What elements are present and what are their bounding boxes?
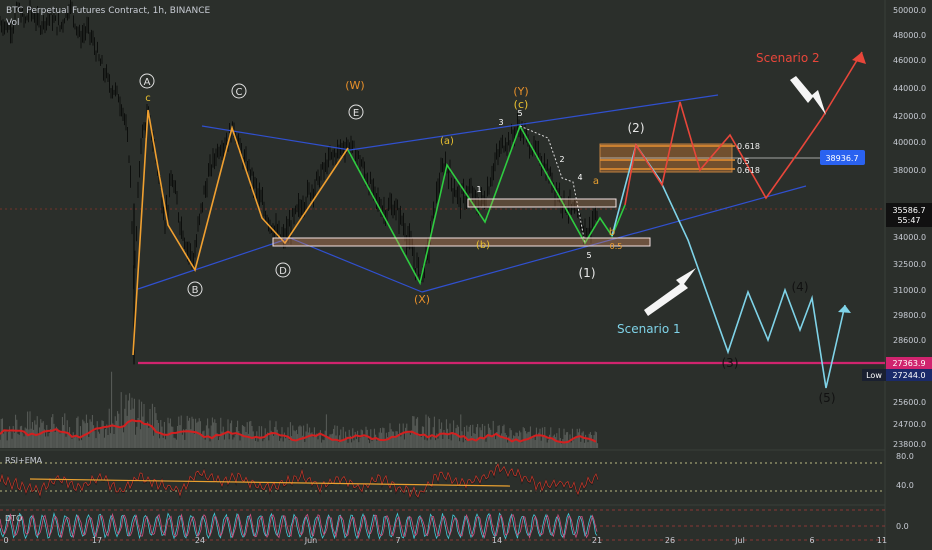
dto-label: DTO bbox=[5, 514, 22, 523]
current-price-value: 35586.7 bbox=[892, 206, 925, 215]
price-tick-label: 48000.0 bbox=[893, 31, 926, 40]
price-tick-label: 32500.0 bbox=[893, 260, 926, 269]
time-tick-label: 26 bbox=[665, 536, 675, 545]
wave-num-5: 5 bbox=[517, 109, 522, 118]
time-tick-label: 14 bbox=[492, 536, 502, 545]
fib-label-1: 0.5 bbox=[737, 157, 750, 166]
svg-text:D: D bbox=[279, 266, 287, 277]
chart-header: BTC Perpetual Futures Contract, 1h, BINA… bbox=[6, 5, 210, 29]
price-tick-label: 25600.0 bbox=[893, 398, 926, 407]
price-tick-label: 24700.0 bbox=[893, 420, 926, 429]
wave-num-2: 2 bbox=[559, 155, 564, 164]
price-tick-label: 28600.0 bbox=[893, 336, 926, 345]
price-tick-label: 44000.0 bbox=[893, 84, 926, 93]
wave-num-1: 1 bbox=[476, 185, 481, 194]
price-tick-label: 31000.0 bbox=[893, 286, 926, 295]
minor-label-a: a bbox=[593, 176, 599, 187]
price-tick-label: 46000.0 bbox=[893, 56, 926, 65]
low-tag-label: Low bbox=[866, 371, 882, 380]
scenario-2-label: Scenario 2 bbox=[756, 51, 820, 65]
wave-num-3: 3 bbox=[498, 118, 503, 127]
low-badge-value: 27244.0 bbox=[892, 371, 925, 380]
wave-label-b: (b) bbox=[476, 240, 490, 251]
time-tick-label: Jul bbox=[734, 536, 745, 545]
volume-label[interactable]: Vol bbox=[6, 17, 210, 29]
rsi-tick-40: 40.0 bbox=[896, 481, 914, 490]
price-marker-value: 38936.7 bbox=[825, 154, 858, 163]
price-tick-label: 40000.0 bbox=[893, 138, 926, 147]
proj-label-1: (1) bbox=[579, 266, 596, 280]
time-tick-label: 21 bbox=[592, 536, 602, 545]
fib-label-2: 0.618 bbox=[737, 166, 760, 175]
countdown-value: 55:47 bbox=[897, 216, 920, 225]
time-tick-label: 7 bbox=[395, 536, 400, 545]
time-tick-label: 24 bbox=[195, 536, 205, 545]
svg-text:B: B bbox=[192, 285, 199, 296]
price-tick-label: 23800.0 bbox=[893, 440, 926, 449]
minor-label-05: 0.5 bbox=[610, 242, 623, 251]
level-badge-value: 27363.9 bbox=[892, 359, 925, 368]
svg-text:C: C bbox=[236, 87, 243, 98]
price-tick-label: 29800.0 bbox=[893, 311, 926, 320]
wave-label-Y: (Y) bbox=[513, 85, 528, 98]
proj-label-3: (3) bbox=[722, 356, 739, 370]
time-tick-label: Jun bbox=[304, 536, 318, 545]
price-tick-label: 34000.0 bbox=[893, 233, 926, 242]
zone-box-1 bbox=[272, 237, 651, 247]
time-tick-label: 0 bbox=[3, 536, 8, 545]
zone-box-2 bbox=[467, 198, 617, 208]
time-tick-label: 17 bbox=[92, 536, 102, 545]
svg-text:E: E bbox=[353, 108, 359, 119]
wave-num-4: 4 bbox=[577, 173, 582, 182]
rsi-label: RSI+EMA bbox=[5, 456, 43, 465]
time-tick-label: 11 bbox=[877, 536, 887, 545]
proj-label-2: (2) bbox=[628, 121, 645, 135]
wave-label-a: (a) bbox=[440, 136, 454, 147]
minor-label-b: b bbox=[609, 227, 615, 238]
time-tick-label: 6 bbox=[809, 536, 814, 545]
price-tick-label: 50000.0 bbox=[893, 6, 926, 15]
minor-label-c: c bbox=[145, 93, 151, 104]
dto-tick-0: 0.0 bbox=[896, 522, 909, 531]
wave-label-W: (W) bbox=[345, 79, 364, 92]
chart-title[interactable]: BTC Perpetual Futures Contract, 1h, BINA… bbox=[6, 5, 210, 17]
price-tick-label: 38000.0 bbox=[893, 166, 926, 175]
rsi-tick-80: 80.0 bbox=[896, 452, 914, 461]
proj-label-4: (4) bbox=[792, 280, 809, 294]
scenario-1-label: Scenario 1 bbox=[617, 322, 681, 336]
price-tick-label: 42000.0 bbox=[893, 112, 926, 121]
fib-label-0: 0.618 bbox=[737, 142, 760, 151]
proj-label-5: (5) bbox=[819, 391, 836, 405]
svg-text:A: A bbox=[144, 77, 151, 88]
price-chart: A B C D E (W) (Y) (X) (c) (b) (a) 1 2 3 … bbox=[0, 0, 932, 550]
wave-label-X: (X) bbox=[414, 293, 430, 306]
minor-label-5: 5 bbox=[586, 251, 591, 260]
